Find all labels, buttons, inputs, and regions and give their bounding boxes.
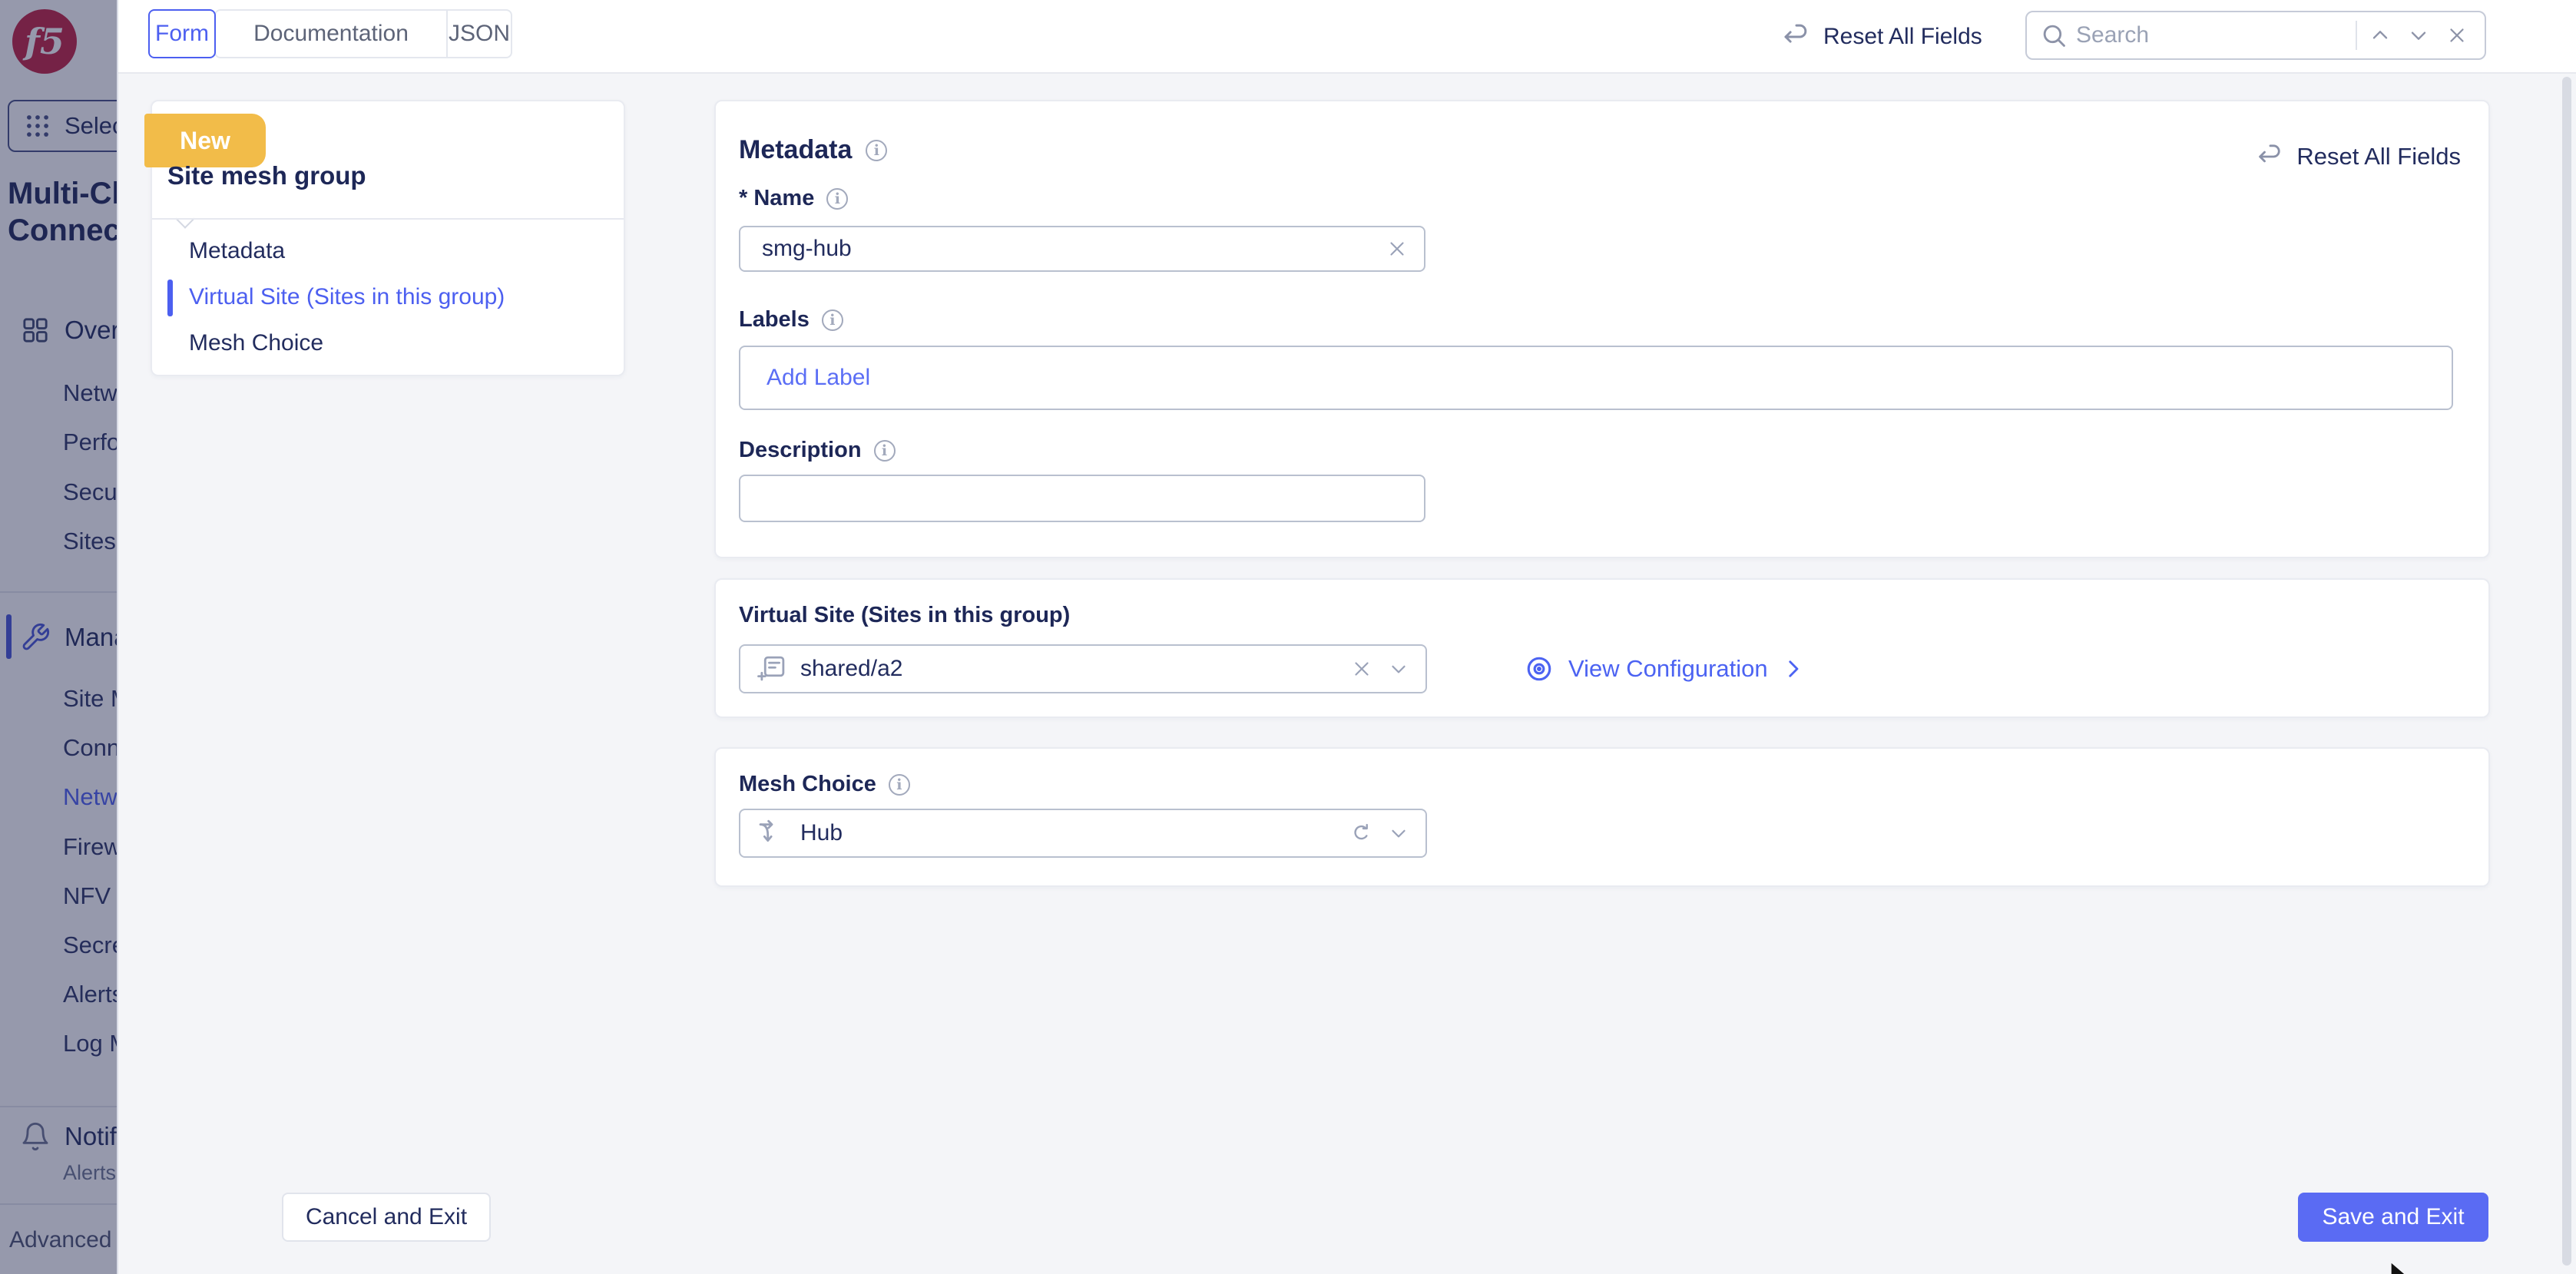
modal-topbar: Form Documentation JSON Reset All Fields bbox=[118, 0, 2576, 74]
cancel-and-exit-button[interactable]: Cancel and Exit bbox=[282, 1193, 491, 1242]
mesh-choice-section-card: Mesh Choice i Hub bbox=[714, 747, 2490, 887]
form-doc-icon bbox=[756, 653, 788, 685]
name-input-wrap bbox=[739, 226, 1425, 272]
form-reset-all-label: Reset All Fields bbox=[2296, 143, 2461, 170]
new-badge: New bbox=[144, 114, 266, 167]
search-bar bbox=[2025, 11, 2486, 60]
view-configuration-label: View Configuration bbox=[1568, 655, 1768, 683]
close-icon bbox=[2445, 24, 2468, 47]
chevron-down-icon[interactable] bbox=[1387, 657, 1410, 680]
description-field-label: Description i bbox=[739, 438, 896, 463]
nav-card-divider bbox=[152, 218, 624, 220]
wizard-title: Site mesh group bbox=[167, 161, 366, 190]
virtual-site-label: Virtual Site (Sites in this group) bbox=[739, 603, 1070, 628]
mesh-choice-label: Mesh Choice i bbox=[739, 772, 910, 797]
virtual-site-value: shared/a2 bbox=[800, 656, 1338, 682]
name-label-text: * Name bbox=[739, 186, 814, 211]
description-label-text: Description bbox=[739, 438, 862, 463]
form-reset-all-fields-button[interactable]: Reset All Fields bbox=[2255, 141, 2461, 172]
save-and-exit-button[interactable]: Save and Exit bbox=[2298, 1193, 2488, 1242]
search-prev-button[interactable] bbox=[2365, 20, 2396, 51]
add-label-button[interactable]: Add Label bbox=[767, 365, 870, 391]
chevron-down-icon[interactable] bbox=[1387, 822, 1410, 845]
search-icon bbox=[2039, 21, 2068, 50]
search-next-button[interactable] bbox=[2403, 20, 2434, 51]
scrollbar-thumb[interactable] bbox=[2562, 77, 2571, 1266]
wizard-nav-metadata[interactable]: Metadata bbox=[189, 238, 285, 264]
metadata-section-card: Metadata i Reset All Fields * Name i Lab… bbox=[714, 100, 2490, 558]
name-field-label: * Name i bbox=[739, 186, 848, 211]
name-input[interactable] bbox=[762, 236, 1386, 262]
search-close-button[interactable] bbox=[2442, 20, 2472, 51]
search-divider bbox=[2356, 21, 2357, 50]
mouse-cursor bbox=[2387, 1261, 2413, 1274]
virtual-site-select[interactable]: shared/a2 bbox=[739, 644, 1427, 693]
clear-x-icon[interactable] bbox=[1386, 237, 1409, 260]
site-mesh-group-modal: Form Documentation JSON Reset All Fields bbox=[117, 0, 2576, 1274]
wizard-nav-active-bar bbox=[167, 280, 173, 316]
refresh-icon[interactable] bbox=[1349, 821, 1373, 845]
mesh-choice-label-text: Mesh Choice bbox=[739, 772, 876, 797]
section-title-text: Metadata bbox=[739, 135, 852, 165]
tab-json[interactable]: JSON bbox=[448, 11, 511, 57]
search-input[interactable] bbox=[2076, 22, 2348, 48]
info-icon[interactable]: i bbox=[866, 140, 887, 161]
info-icon[interactable]: i bbox=[826, 188, 848, 210]
modal-backdrop bbox=[0, 0, 118, 1274]
clear-x-icon[interactable] bbox=[1350, 657, 1373, 680]
labels-field-label: Labels i bbox=[739, 307, 843, 333]
chevron-down-icon bbox=[2406, 23, 2431, 48]
wizard-nav-card: New Site mesh group Metadata Virtual Sit… bbox=[151, 100, 625, 376]
reset-all-fields-label: Reset All Fields bbox=[1823, 24, 1982, 50]
tab-documentation[interactable]: Documentation bbox=[216, 11, 448, 57]
description-input-wrap bbox=[739, 475, 1425, 522]
virtual-site-label-text: Virtual Site (Sites in this group) bbox=[739, 603, 1070, 628]
undo-reset-icon bbox=[1780, 21, 1813, 53]
view-target-icon bbox=[1522, 652, 1556, 686]
virtual-site-section-card: Virtual Site (Sites in this group) share… bbox=[714, 578, 2490, 718]
info-icon[interactable]: i bbox=[874, 440, 896, 462]
wizard-nav-mesh-choice[interactable]: Mesh Choice bbox=[189, 330, 323, 356]
undo-reset-icon bbox=[2255, 141, 2286, 172]
description-input[interactable] bbox=[762, 485, 1409, 511]
reset-all-fields-button[interactable]: Reset All Fields bbox=[1780, 21, 1982, 53]
view-configuration-link[interactable]: View Configuration bbox=[1522, 644, 1806, 693]
info-icon[interactable]: i bbox=[822, 309, 843, 331]
mesh-choice-select[interactable]: Hub bbox=[739, 809, 1427, 858]
tab-form[interactable]: Form bbox=[148, 9, 216, 58]
metadata-section-title: Metadata i bbox=[739, 135, 887, 165]
wizard-nav-virtual-site[interactable]: Virtual Site (Sites in this group) bbox=[189, 284, 505, 310]
chevron-right-icon bbox=[1780, 656, 1806, 682]
tab-group: Documentation JSON bbox=[214, 9, 512, 58]
info-icon[interactable]: i bbox=[889, 774, 910, 796]
branch-arrows-icon bbox=[756, 817, 788, 849]
labels-label-text: Labels bbox=[739, 307, 810, 333]
mesh-choice-value: Hub bbox=[800, 820, 1336, 846]
labels-box: Add Label bbox=[739, 346, 2453, 410]
chevron-up-icon bbox=[2368, 23, 2392, 48]
